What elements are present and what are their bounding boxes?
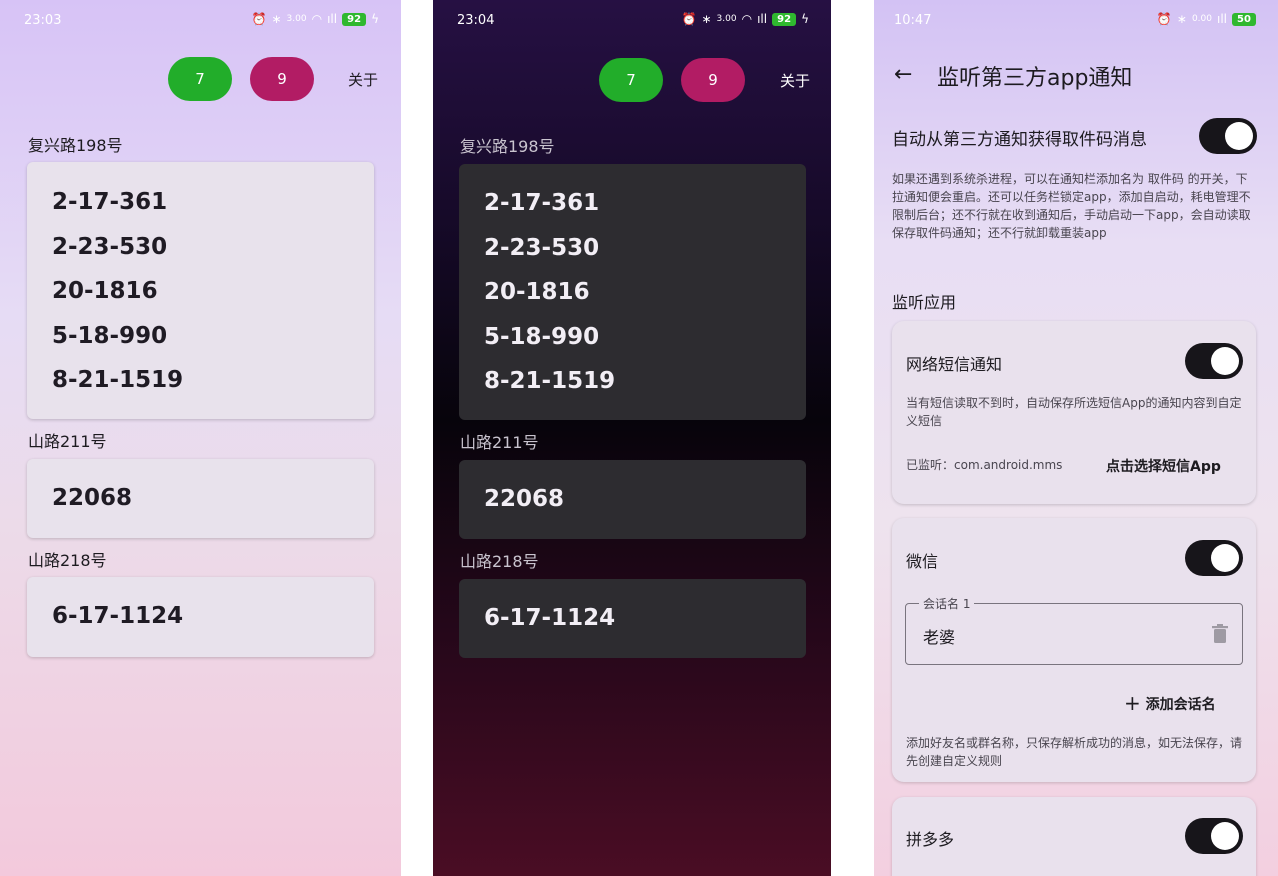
status-bar: 10:47 ⏰ ∗ 0.00 ıll 50 (874, 10, 1278, 32)
session-name-value: 老婆 (923, 628, 956, 647)
pickup-code: 6-17-1124 (52, 603, 184, 629)
sms-monitored-label: 已监听：com.android.mms (906, 458, 1063, 472)
sms-card: 网络短信通知 当有短信读取不到时，自动保存所选短信App的通知内容到自定义短信 … (892, 321, 1256, 504)
pickup-code: 2-17-361 (484, 190, 600, 216)
code-card[interactable]: 2-17-361 2-23-530 20-1816 5-18-990 8-21-… (459, 164, 806, 420)
signal-icon: ıll (1216, 12, 1227, 26)
auto-fetch-description: 如果还遇到系统杀进程，可以在通知栏添加名为 取件码 的开关，下拉通知便会重启。还… (892, 172, 1251, 240)
address-label: 山路211号 (28, 432, 107, 451)
sms-description: 当有短信读取不到时，自动保存所选短信App的通知内容到自定义短信 (906, 396, 1242, 428)
pickup-code: 8-21-1519 (52, 367, 184, 393)
pink-count-button[interactable]: 9 (681, 58, 745, 102)
address-label: 复兴路198号 (460, 137, 555, 156)
net-speed: 3.00 (286, 14, 307, 24)
pink-count-button[interactable]: 9 (250, 57, 314, 101)
pinduoduo-card: 拼多多 (892, 797, 1256, 876)
sms-toggle[interactable] (1185, 343, 1243, 379)
status-bar: 23:03 ⏰ ∗ 3.00 ◠ ıll 92 ϟ (0, 10, 401, 32)
about-button[interactable]: 关于 (780, 70, 810, 91)
auto-fetch-label: 自动从第三方通知获得取件码消息 (892, 130, 1147, 150)
pickup-code: 6-17-1124 (484, 605, 616, 631)
code-card[interactable]: 22068 (459, 460, 806, 539)
code-card[interactable]: 6-17-1124 (459, 579, 806, 658)
alarm-icon: ⏰ (251, 12, 267, 26)
bluetooth-icon: ∗ (271, 12, 282, 26)
pickup-code: 20-1816 (484, 279, 590, 305)
screen-notification-settings: 10:47 ⏰ ∗ 0.00 ıll 50 ← 监听第三方app通知 自动从第三… (874, 0, 1278, 876)
pickup-code: 2-17-361 (52, 189, 168, 215)
page-title: 监听第三方app通知 (937, 66, 1133, 91)
alarm-icon: ⏰ (1156, 12, 1172, 26)
pickup-code: 20-1816 (52, 278, 158, 304)
add-session-label: 添加会话名 (1145, 697, 1216, 713)
status-icons: ⏰ ∗ 3.00 ◠ ıll 92 ϟ (252, 12, 379, 26)
auto-fetch-toggle[interactable] (1199, 118, 1257, 154)
code-card[interactable]: 6-17-1124 (27, 577, 374, 657)
pickup-code: 2-23-530 (52, 233, 168, 260)
screen-light: 23:03 ⏰ ∗ 3.00 ◠ ıll 92 ϟ 7 9 关于 复兴路198号… (0, 0, 401, 876)
green-count-button[interactable]: 7 (599, 58, 663, 102)
top-app-bar: ← 监听第三方app通知 (874, 58, 1278, 91)
alarm-icon: ⏰ (681, 12, 697, 26)
status-icons: ⏰ ∗ 3.00 ◠ ıll 92 ϟ (682, 12, 809, 26)
plus-icon: + (1124, 691, 1141, 715)
sms-title: 网络短信通知 (906, 355, 1003, 374)
pickup-code: 22068 (52, 485, 133, 511)
net-speed: 3.00 (716, 14, 737, 24)
wifi-icon: ◠ (311, 12, 323, 26)
wechat-title: 微信 (906, 552, 939, 571)
pinduoduo-title: 拼多多 (906, 830, 955, 849)
battery-icon: 92 (772, 12, 797, 26)
select-sms-app-button[interactable]: 点击选择短信App (1106, 456, 1221, 476)
pinduoduo-toggle[interactable] (1185, 818, 1243, 854)
pickup-code: 22068 (484, 486, 565, 512)
pickup-code: 8-21-1519 (484, 368, 616, 394)
pickup-code: 5-18-990 (52, 322, 168, 349)
wechat-card: 微信 会话名 1 老婆 + 添加会话名 添加好友名或群名称，只保存解析成功的消息… (892, 518, 1256, 782)
status-bar: 23:04 ⏰ ∗ 3.00 ◠ ıll 92 ϟ (433, 10, 831, 32)
pickup-code: 5-18-990 (484, 323, 600, 350)
code-card[interactable]: 2-17-361 2-23-530 20-1816 5-18-990 8-21-… (27, 162, 374, 419)
battery-icon: 50 (1232, 12, 1256, 26)
bluetooth-icon: ∗ (1176, 12, 1187, 26)
session-name-label: 会话名 1 (919, 595, 975, 612)
battery-icon: 92 (342, 12, 367, 26)
wifi-icon: ◠ (741, 12, 753, 26)
bluetooth-icon: ∗ (701, 12, 712, 26)
status-time: 23:03 (24, 13, 62, 28)
screen-dark: 23:04 ⏰ ∗ 3.00 ◠ ıll 92 ϟ 7 9 关于 复兴路198号… (433, 0, 831, 876)
wechat-toggle[interactable] (1185, 540, 1243, 576)
about-button[interactable]: 关于 (348, 69, 378, 90)
add-session-button[interactable]: + 添加会话名 (1124, 690, 1216, 715)
session-name-field[interactable]: 会话名 1 老婆 (905, 595, 1243, 665)
green-count-button[interactable]: 7 (168, 57, 232, 101)
code-card[interactable]: 22068 (27, 459, 374, 538)
status-icons: ⏰ ∗ 0.00 ıll 50 (1157, 12, 1256, 26)
address-label: 山路211号 (460, 433, 539, 452)
status-time: 23:04 (457, 13, 495, 28)
signal-icon: ıll (757, 12, 768, 26)
charging-icon: ϟ (801, 12, 809, 26)
address-label: 复兴路198号 (28, 136, 123, 155)
section-title: 监听应用 (892, 293, 957, 312)
status-time: 10:47 (894, 13, 932, 28)
signal-icon: ıll (327, 12, 338, 26)
address-label: 山路218号 (28, 551, 107, 570)
pickup-code: 2-23-530 (484, 234, 600, 261)
wechat-description: 添加好友名或群名称，只保存解析成功的消息，如无法保存，请先创建自定义规则 (906, 736, 1243, 768)
back-arrow-icon[interactable]: ← (894, 62, 912, 87)
trash-icon[interactable] (1212, 624, 1228, 644)
net-speed: 0.00 (1191, 14, 1212, 24)
charging-icon: ϟ (371, 12, 379, 26)
address-label: 山路218号 (460, 552, 539, 571)
